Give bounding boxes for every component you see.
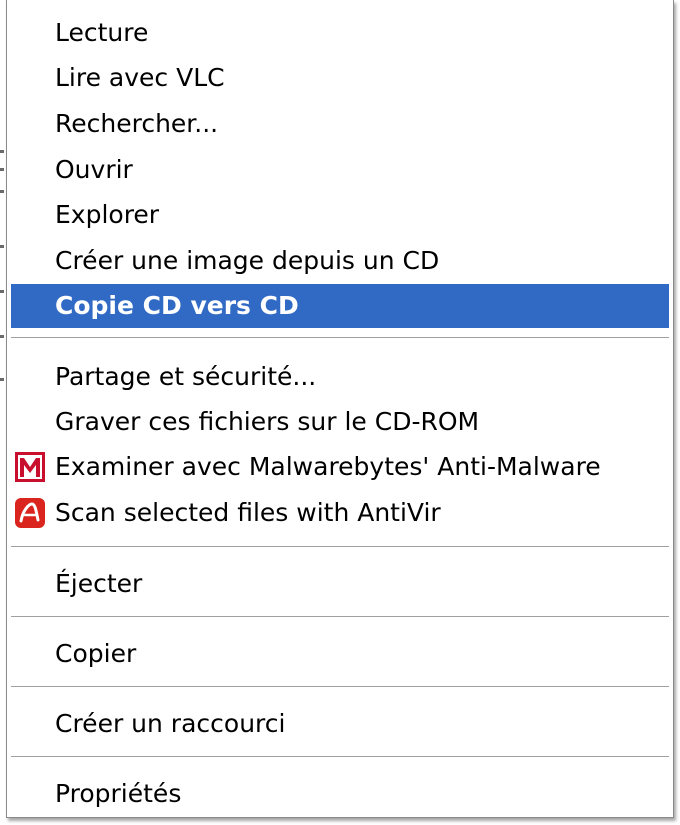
menu-separator — [11, 546, 669, 548]
menu-item-label: Créer une image depuis un CD — [55, 246, 440, 275]
menu-item-ouvrir[interactable]: Ouvrir — [11, 148, 669, 192]
edge-mark — [0, 335, 4, 338]
menu-item-malwarebytes[interactable]: Examiner avec Malwarebytes' Anti-Malware — [11, 445, 669, 489]
menu-item-label: Examiner avec Malwarebytes' Anti-Malware — [55, 452, 601, 481]
menu-item-label: Propriétés — [55, 779, 182, 808]
menu-item-label: Graver ces fichiers sur le CD-ROM — [55, 407, 480, 436]
menu-item-label: Scan selected files with AntiVir — [55, 498, 441, 527]
menu-separator — [11, 337, 669, 339]
menu-item-label: Éjecter — [55, 569, 143, 598]
menu-item-copier[interactable]: Copier — [11, 632, 669, 676]
menu-item-ejecter[interactable]: Éjecter — [11, 562, 669, 606]
menu-item-label: Lecture — [55, 18, 149, 47]
menu-item-explorer[interactable]: Explorer — [11, 193, 669, 237]
edge-mark — [0, 290, 4, 293]
menu-separator — [11, 616, 669, 618]
menu-separator — [11, 756, 669, 758]
edge-mark — [0, 378, 4, 381]
menu-item-label: Lire avec VLC — [55, 63, 225, 92]
antivir-icon — [15, 498, 45, 528]
menu-separator — [11, 686, 669, 688]
menu-item-creer-image-cd[interactable]: Créer une image depuis un CD — [11, 239, 669, 283]
context-menu: Lecture Lire avec VLC Rechercher... Ouvr… — [6, 0, 674, 818]
menu-item-label: Ouvrir — [55, 155, 133, 184]
menu-item-antivir[interactable]: Scan selected files with AntiVir — [11, 491, 669, 535]
menu-item-label: Explorer — [55, 200, 160, 229]
menu-item-label: Rechercher... — [55, 109, 219, 138]
menu-item-label: Partage et sécurité... — [55, 362, 317, 391]
menu-item-label: Créer un raccourci — [55, 709, 286, 738]
menu-item-creer-raccourci[interactable]: Créer un raccourci — [11, 702, 669, 746]
menu-item-label: Copier — [55, 639, 137, 668]
edge-mark — [0, 190, 4, 193]
menu-item-rechercher[interactable]: Rechercher... — [11, 102, 669, 146]
menu-item-lire-avec-vlc[interactable]: Lire avec VLC — [11, 56, 669, 100]
menu-item-proprietes[interactable]: Propriétés — [11, 772, 669, 816]
menu-item-label: Copie CD vers CD — [55, 291, 299, 320]
malwarebytes-icon — [15, 452, 45, 482]
edge-mark — [0, 150, 4, 153]
menu-item-lecture[interactable]: Lecture — [11, 11, 669, 55]
menu-item-copie-cd-vers-cd[interactable]: Copie CD vers CD — [11, 284, 669, 328]
edge-mark — [0, 245, 4, 248]
menu-item-partage-securite[interactable]: Partage et sécurité... — [11, 355, 669, 399]
edge-mark — [0, 168, 4, 171]
menu-item-graver-cd-rom[interactable]: Graver ces fichiers sur le CD-ROM — [11, 400, 669, 444]
